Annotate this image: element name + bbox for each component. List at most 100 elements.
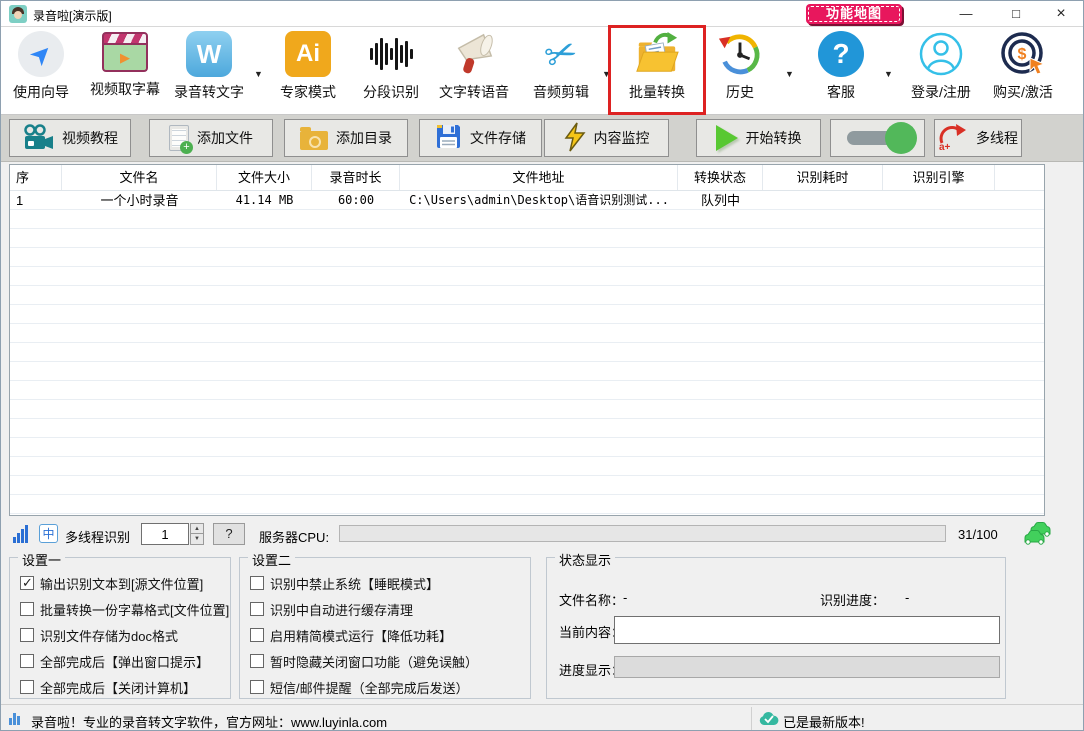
column-header-engine[interactable]: 识别引擎: [883, 165, 995, 190]
checkbox[interactable]: [20, 680, 34, 694]
statusbar-left-text: 录音啦！专业的录音转文字软件，官方网址：www.luyinla.com: [31, 712, 387, 731]
toolbar-item-support[interactable]: ? 客服: [796, 29, 886, 111]
maximize-button[interactable]: □: [996, 1, 1036, 27]
cpu-value: 31/100: [958, 527, 998, 542]
checkbox[interactable]: [20, 576, 34, 590]
table-body: 1 一个小时录音 41.14 MB 60:00 C:\Users\admin\D…: [10, 191, 1044, 515]
add-folder-button[interactable]: 添加目录: [284, 119, 408, 157]
add-file-button[interactable]: 添加文件: [149, 119, 273, 157]
toolbar-item-segment-recognize[interactable]: 分段识别: [346, 29, 436, 111]
column-header-status[interactable]: 转换状态: [678, 165, 763, 190]
cell-duration: 60:00: [312, 191, 400, 210]
progress-display-bar: [614, 656, 1000, 678]
content-monitor-button[interactable]: 内容监控: [544, 119, 669, 157]
feature-map-button[interactable]: 功能地图: [806, 4, 902, 24]
cell-filepath: C:\Users\admin\Desktop\语音识别测试...: [400, 191, 678, 210]
wizard-plane-icon: ➤: [18, 31, 64, 77]
multithread-button[interactable]: a+ 多线程: [934, 119, 1022, 157]
toolbar-item-audio-to-text[interactable]: W 录音转文字: [164, 29, 254, 111]
option-hide-close[interactable]: 暂时隐藏关闭窗口功能（避免误触）: [250, 652, 478, 670]
close-button[interactable]: ×: [1041, 1, 1081, 27]
checkbox[interactable]: [250, 602, 264, 616]
status-display-panel: 状态显示 文件名称： - 识别进度： - 当前内容： 进度显示：: [546, 557, 1006, 699]
status-bar: 录音啦！专业的录音转文字软件，官方网址：www.luyinla.com 已是最新…: [1, 704, 1083, 731]
thread-count-input[interactable]: [142, 524, 188, 544]
recognize-progress-value: -: [905, 590, 909, 605]
toolbar-item-audio-edit[interactable]: ✂ 音频剪辑: [516, 29, 606, 111]
cpu-label: 服务器CPU:: [259, 527, 329, 546]
statusbar-divider: [751, 707, 752, 731]
thread-count-stepper[interactable]: [141, 523, 189, 545]
multithread-arrow-icon: a+: [938, 123, 968, 154]
checkbox[interactable]: [250, 576, 264, 590]
panel-title: 设置一: [18, 550, 65, 569]
checkbox[interactable]: [250, 654, 264, 668]
toggle-button[interactable]: [830, 119, 925, 157]
option-shutdown[interactable]: 全部完成后【关闭计算机】: [20, 678, 196, 696]
checkbox[interactable]: [20, 654, 34, 668]
save-disk-icon: [435, 123, 462, 153]
toolbar-item-login[interactable]: 登录/注册: [896, 29, 986, 111]
file-storage-button[interactable]: 文件存储: [419, 119, 542, 157]
toggle-switch[interactable]: [847, 131, 909, 145]
toolbar-item-expert-mode[interactable]: Ai 专家模式: [263, 29, 353, 111]
start-convert-button[interactable]: 开始转换: [696, 119, 821, 157]
option-subtitle-copy[interactable]: 批量转换一份字幕格式[文件位置]: [20, 600, 229, 618]
settings-panel-1: 设置一 输出识别文本到[源文件位置] 批量转换一份字幕格式[文件位置] 识别文件…: [9, 557, 231, 699]
user-outline-icon: [918, 31, 964, 77]
cell-seq: 1: [10, 191, 62, 210]
app-logo-icon: [9, 5, 27, 23]
chevron-down-icon[interactable]: ▼: [602, 69, 611, 79]
thread-count-label: 多线程识别: [65, 527, 130, 546]
option-popup-notice[interactable]: 全部完成后【弹出窗口提示】: [20, 652, 209, 670]
video-tutorial-button[interactable]: 视频教程: [9, 119, 131, 157]
column-header-filepath[interactable]: 文件地址: [400, 165, 678, 190]
column-header-filesize[interactable]: 文件大小: [217, 165, 312, 190]
file-name-value: -: [623, 590, 627, 605]
option-doc-format[interactable]: 识别文件存储为doc格式: [20, 626, 178, 644]
cell-engine: [883, 191, 995, 210]
language-badge[interactable]: 中: [39, 524, 58, 543]
stepper-buttons: ▲ ▼: [190, 523, 204, 545]
chevron-down-icon[interactable]: ▼: [785, 69, 794, 79]
option-cache-clean[interactable]: 识别中自动进行缓存清理: [250, 600, 413, 618]
option-output-text[interactable]: 输出识别文本到[源文件位置]: [20, 574, 203, 592]
current-content-input[interactable]: [614, 616, 1000, 644]
column-header-filename[interactable]: 文件名: [62, 165, 217, 190]
help-button[interactable]: ?: [213, 523, 245, 545]
toggle-knob: [885, 122, 917, 154]
option-lite-mode[interactable]: 启用精简模式运行【降低功耗】: [250, 626, 452, 644]
add-folder-icon: [300, 131, 328, 150]
scissors-icon: ✂: [532, 25, 591, 84]
toolbar-item-history[interactable]: 历史: [695, 29, 785, 111]
checkbox[interactable]: [250, 680, 264, 694]
checkbox[interactable]: [20, 628, 34, 642]
option-sms-email[interactable]: 短信/邮件提醒（全部完成后发送）: [250, 678, 469, 696]
cell-elapsed: [763, 191, 883, 210]
option-no-sleep[interactable]: 识别中禁止系统【睡眠模式】: [250, 574, 439, 592]
toolbar-item-video-subtitle[interactable]: ▶ 视频取字幕: [80, 29, 170, 111]
checkbox[interactable]: [250, 628, 264, 642]
panel-title: 状态显示: [555, 550, 615, 569]
toolbar-item-text-to-speech[interactable]: 文字转语音: [429, 29, 519, 111]
column-header-elapsed[interactable]: 识别耗时: [763, 165, 883, 190]
checkbox[interactable]: [20, 602, 34, 616]
toolbar-item-batch-convert[interactable]: 批量转换: [612, 29, 702, 111]
column-header-duration[interactable]: 录音时长: [312, 165, 400, 190]
stepper-up-icon[interactable]: ▲: [191, 524, 203, 534]
ai-badge-icon: Ai: [285, 31, 331, 77]
stepper-down-icon[interactable]: ▼: [191, 534, 203, 544]
column-header-seq[interactable]: 序: [10, 165, 62, 190]
minimize-button[interactable]: —: [946, 1, 986, 27]
settings-panel-2: 设置二 识别中禁止系统【睡眠模式】 识别中自动进行缓存清理 启用精简模式运行【降…: [239, 557, 531, 699]
toolbar-item-wizard[interactable]: ➤ 使用向导: [0, 29, 86, 111]
letter-w-icon: W: [186, 31, 232, 77]
toolbar-item-purchase[interactable]: $ 购买/激活: [978, 29, 1068, 111]
add-file-icon: [169, 125, 189, 151]
waveform-icon: [368, 31, 414, 77]
chevron-down-icon[interactable]: ▼: [884, 69, 893, 79]
chevron-down-icon[interactable]: ▼: [254, 69, 263, 79]
signal-bars-icon: [13, 525, 33, 543]
dollar-target-icon: $: [1000, 31, 1046, 77]
table-row[interactable]: 1 一个小时录音 41.14 MB 60:00 C:\Users\admin\D…: [10, 191, 1044, 210]
